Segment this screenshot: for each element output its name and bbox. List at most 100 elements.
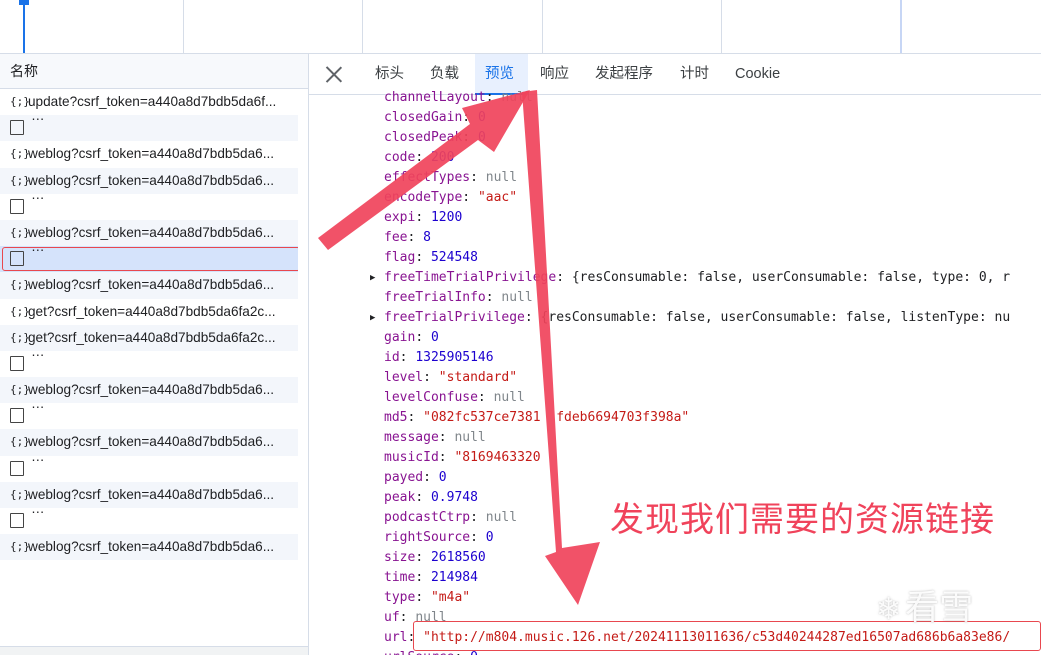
request-row[interactable]: {;}weblog?csrf_token=a440a8d7bdb5da6... (0, 167, 298, 194)
fetch-xhr-icon: {;} (10, 173, 30, 187)
json-property: expi: 1200 (309, 208, 1041, 228)
document-icon (10, 408, 24, 424)
horizontal-scrollbar[interactable] (0, 646, 308, 655)
json-separator: : (415, 150, 431, 165)
json-separator: : (485, 290, 502, 305)
request-row[interactable]: {;}get?csrf_token=a440a8d7bdb5da6fa2c... (0, 299, 298, 325)
request-name: count?csrf_token=a440a8d7bdb5da6fa... (31, 408, 279, 424)
request-name: count?csrf_token=a440a8d7bdb5da6fa... (31, 513, 279, 528)
document-icon (10, 198, 24, 214)
json-separator: : (462, 190, 478, 205)
document-icon (10, 512, 24, 528)
json-property: gain: 0 (309, 328, 1041, 348)
fetch-xhr-icon: {;} (10, 95, 30, 108)
json-separator: : (415, 250, 431, 265)
request-row[interactable]: detail?csrf_token=a440a8d7bdb5da6fa... (0, 115, 298, 142)
json-expandable-property[interactable]: freeTrialPrivilege: {resConsumable: fals… (309, 308, 1041, 328)
json-value: null (485, 170, 518, 185)
request-list-panel: 名称 {;}update?csrf_token=a440a8d7bdb5da6f… (0, 54, 309, 655)
json-key: channelLayout (384, 90, 486, 105)
fetch-xhr-icon: {;} (10, 304, 30, 318)
request-row[interactable]: {;}weblog?csrf_token=a440a8d7bdb5da6... (0, 141, 298, 167)
json-key: levelConfuse (384, 390, 478, 405)
request-row[interactable]: {;}weblog?csrf_token=a440a8d7bdb5da6... (0, 481, 298, 508)
json-property: message: null (309, 428, 1041, 448)
json-value: {resConsumable: false, userConsumable: f… (540, 310, 1011, 325)
json-separator: : (470, 530, 486, 545)
request-name: v1?csrf_token=a440a8d7bdb5da6fa2c9... (31, 251, 282, 267)
request-row[interactable]: {;}get?csrf_token=a440a8d7bdb5da6fa2c... (0, 324, 298, 351)
fetch-xhr-icon: {;} (10, 225, 30, 239)
request-name: get?csrf_token=a440a8d7bdb5da6fa2c... (28, 303, 276, 319)
request-name: weblog?csrf_token=a440a8d7bdb5da6... (28, 434, 275, 450)
close-icon[interactable] (325, 65, 343, 83)
request-name: get?csrf_token=a440a8d7bdb5da6fa2c... (28, 329, 276, 345)
json-key: closedGain (384, 110, 463, 125)
json-key: message (384, 430, 439, 445)
json-key: uf (384, 610, 400, 625)
json-separator: : (423, 370, 439, 385)
json-property: closedPeak: 0 (309, 128, 1041, 148)
timeline-gridline (183, 0, 184, 53)
json-value: null (485, 510, 518, 525)
network-timeline[interactable] (0, 0, 1041, 54)
request-list: {;}update?csrf_token=a440a8d7bdb5da6f...… (0, 89, 308, 561)
request-detail-panel: 标头 负载 预览 响应 发起程序 计时 Cookie channelLayout… (309, 54, 1041, 655)
json-property: encodeType: "aac" (309, 188, 1041, 208)
json-value: {resConsumable: false, userConsumable: f… (571, 270, 1011, 285)
json-key: rightSource (384, 530, 471, 545)
json-separator: : (415, 490, 431, 505)
request-name: weblog?csrf_token=a440a8d7bdb5da6... (28, 172, 275, 188)
request-row[interactable]: {;}weblog?csrf_token=a440a8d7bdb5da6... (0, 534, 298, 561)
json-value: 0 (477, 130, 486, 145)
request-row[interactable]: {;}weblog?csrf_token=a440a8d7bdb5da6... (0, 219, 298, 247)
json-value: "8169463320 (454, 450, 541, 465)
json-key: fee (384, 230, 408, 245)
request-row[interactable]: v1?csrf_token=a440a8d7bdb5da6fa2c9... (0, 246, 298, 273)
request-name: weblog?csrf_token=a440a8d7bdb5da6... (28, 486, 275, 502)
json-separator: : (470, 510, 486, 525)
json-value: 0.9748 (430, 490, 478, 505)
json-value: 0 (477, 110, 486, 125)
request-row[interactable]: count?csrf_token=a440a8d7bdb5da6fa... (0, 403, 298, 429)
request-row[interactable]: count?csrf_token=a440a8d7bdb5da6fa... (0, 351, 298, 377)
fetch-xhr-icon: {;} (10, 540, 30, 554)
json-value: null (493, 390, 525, 405)
json-value: "082fc537ce7381 fdeb6694703f398a" (423, 410, 690, 425)
json-property: musicId: "8169463320 (309, 448, 1041, 468)
json-expandable-property[interactable]: freeTimeTrialPrivilege: {resConsumable: … (309, 268, 1041, 288)
timeline-gridline (721, 0, 722, 53)
json-separator: : (399, 350, 416, 365)
request-name: weblog?csrf_token=a440a8d7bdb5da6... (28, 277, 275, 293)
json-separator: : (438, 450, 455, 465)
fetch-xhr-icon: {;} (10, 278, 30, 292)
timeline-cursor[interactable] (23, 0, 25, 53)
json-separator: : (415, 570, 431, 585)
request-name: update?csrf_token=a440a8d7bdb5da6f... (28, 94, 277, 109)
fetch-xhr-icon: {;} (10, 383, 30, 397)
request-row[interactable]: count?csrf_token=a440a8d7bdb5da6fa... (0, 456, 298, 482)
json-separator: : (462, 110, 478, 125)
request-row[interactable]: v1?csrf_token=a440a8d7bdb5da6fa2c9... (0, 194, 298, 220)
request-name: detail?csrf_token=a440a8d7bdb5da6fa... (31, 120, 278, 136)
json-key: id (384, 350, 400, 365)
timeline-gridline (542, 0, 543, 53)
fetch-xhr-icon: {;} (10, 435, 30, 449)
request-row[interactable]: {;}weblog?csrf_token=a440a8d7bdb5da6... (0, 377, 298, 404)
name-column-header[interactable]: 名称 (0, 54, 308, 89)
request-row[interactable]: {;}weblog?csrf_token=a440a8d7bdb5da6... (0, 272, 298, 299)
json-key: encodeType (384, 190, 463, 205)
request-row[interactable]: count?csrf_token=a440a8d7bdb5da6fa... (0, 508, 298, 534)
json-key: freeTrialInfo (384, 290, 486, 305)
json-separator: : (407, 230, 424, 245)
request-name: weblog?csrf_token=a440a8d7bdb5da6... (28, 224, 275, 240)
request-row[interactable]: {;}update?csrf_token=a440a8d7bdb5da6f... (0, 89, 298, 115)
json-separator: : (423, 470, 439, 485)
fetch-xhr-icon: {;} (10, 487, 30, 501)
request-row[interactable]: {;}weblog?csrf_token=a440a8d7bdb5da6... (0, 429, 298, 456)
json-property: fee: 8 (309, 228, 1041, 248)
json-key: md5 (384, 410, 408, 425)
json-key: expi (384, 210, 416, 225)
document-icon (10, 120, 24, 136)
json-separator: : (415, 210, 431, 225)
